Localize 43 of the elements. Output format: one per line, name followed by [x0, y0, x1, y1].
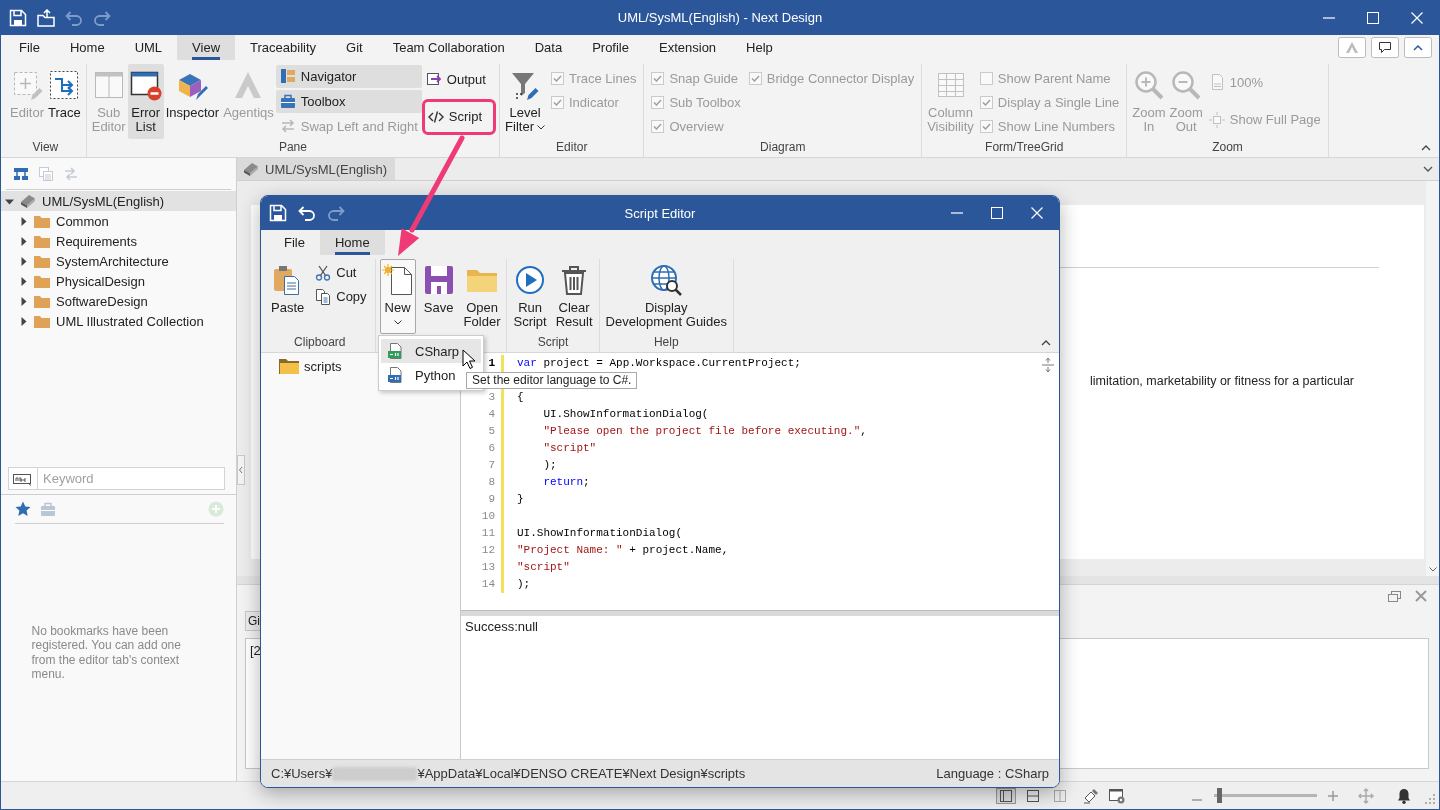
code-line: return;: [542, 476, 590, 488]
output-text: [2: [250, 643, 261, 658]
code-line: "script": [517, 561, 570, 573]
line-number: 7: [488, 458, 496, 473]
language-label: Language : CSharp: [936, 766, 1049, 781]
group-label: Diagram: [760, 140, 806, 154]
window-title: UML/SysML(English) - Next Design: [617, 10, 823, 25]
path-text: C:¥Users¥: [271, 766, 333, 781]
group-label: Clipboard: [294, 335, 346, 349]
path-text: ¥AppData¥Local¥DENSO CREATE¥Next Design¥scripts: [417, 766, 746, 781]
line-number: 4: [488, 407, 496, 422]
code-line: "Please open the project file before executing.",: [542, 425, 867, 437]
code-line: UI.ShowInformationDialog(: [517, 527, 683, 539]
line-number: 14: [481, 577, 496, 592]
line-number: 5: [488, 424, 496, 439]
code-line: }: [517, 493, 524, 505]
document-text: limitation, marketability or fitness for a particular: [1090, 374, 1354, 388]
group-label: View: [32, 140, 59, 154]
line-number: 10: [481, 509, 496, 524]
group-label: Pane: [278, 140, 307, 154]
result-text: Success:null: [465, 619, 538, 634]
line-number: 12: [481, 543, 496, 558]
line-number: 9: [488, 492, 496, 507]
code-line: var project = App.Workspace.CurrentProject;: [517, 357, 801, 369]
group-label: Help: [653, 335, 679, 349]
line-number: 13: [481, 560, 496, 575]
line-number: 6: [488, 441, 496, 456]
empty-message: No bookmarks have been registered. You can add one from the editor tab's context menu.: [31, 623, 182, 682]
code-line: UI.ShowInformationDialog(: [542, 408, 709, 420]
group-label: Form/TreeGrid: [985, 140, 1064, 154]
line-number: 3: [488, 390, 496, 405]
code-line: {: [517, 391, 524, 403]
group-label: Script: [537, 335, 569, 349]
group-label: Zoom: [1212, 140, 1243, 154]
code-line: "script": [542, 442, 597, 454]
code-line: "Project Name: " + project.Name,: [517, 544, 729, 556]
code-line: );: [542, 459, 557, 471]
line-number: 8: [488, 475, 496, 490]
group-label: Editor: [556, 140, 588, 154]
line-number: 11: [481, 526, 496, 541]
window-title: Script Editor: [624, 205, 696, 221]
line-number: 1: [488, 356, 496, 371]
code-line: );: [517, 578, 531, 590]
